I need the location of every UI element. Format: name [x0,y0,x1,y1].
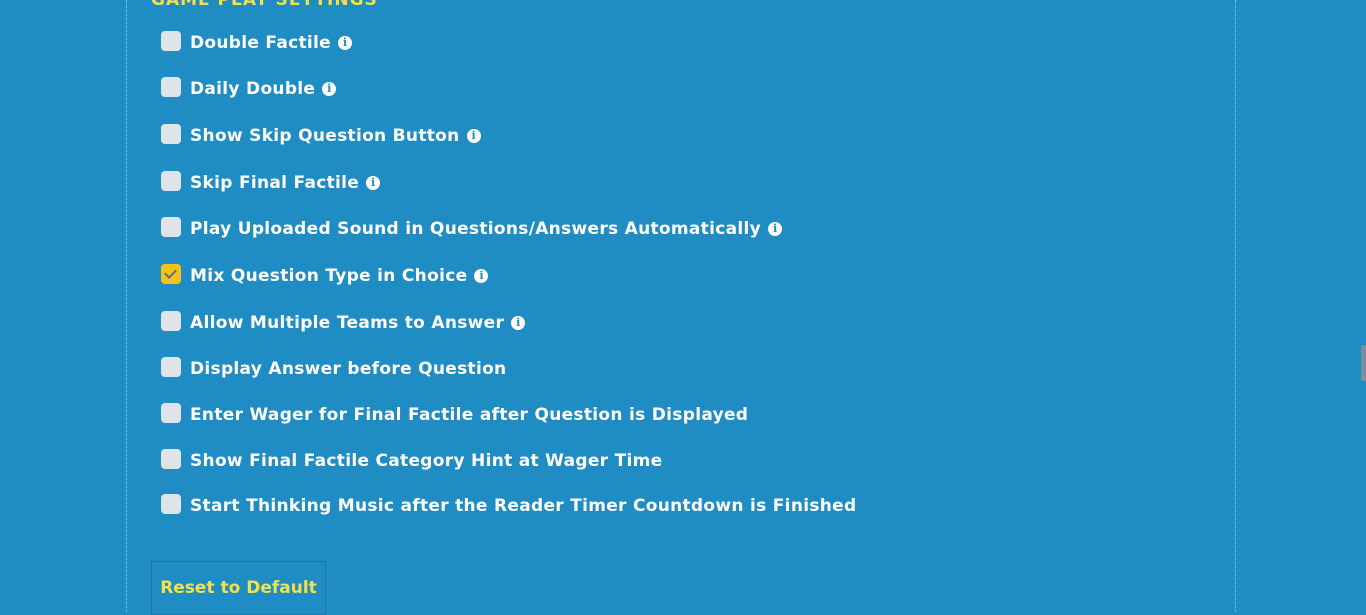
setting-label: Daily Double [190,79,316,99]
play-uploaded-sound-checkbox[interactable] [161,217,181,237]
info-icon[interactable]: i [338,36,353,50]
info-icon[interactable]: i [322,82,337,96]
setting-label: Mix Question Type in Choice [190,266,468,286]
setting-label: Start Thinking Music after the Reader Ti… [190,496,857,516]
double-factile-checkbox[interactable] [161,31,181,51]
setting-play-uploaded-sound: Play Uploaded Sound in Questions/Answers… [161,217,783,241]
scrollbar-thumb[interactable] [1361,345,1366,381]
setting-enter-wager-after-question: Enter Wager for Final Factile after Ques… [161,403,748,427]
setting-skip-final-factile: Skip Final Factile i [161,171,381,195]
setting-double-factile: Double Factile i [161,31,353,55]
setting-label: Display Answer before Question [190,359,507,379]
display-answer-before-question-checkbox[interactable] [161,357,181,377]
info-icon[interactable]: i [466,129,481,143]
info-icon[interactable]: i [366,176,381,190]
setting-start-thinking-music: Start Thinking Music after the Reader Ti… [161,494,856,518]
setting-allow-multiple-teams: Allow Multiple Teams to Answer i [161,311,526,335]
info-icon[interactable]: i [768,222,783,236]
show-category-hint-checkbox[interactable] [161,449,181,469]
setting-label: Play Uploaded Sound in Questions/Answers… [190,219,762,239]
setting-show-category-hint: Show Final Factile Category Hint at Wage… [161,449,662,473]
setting-label: Skip Final Factile [190,173,360,193]
info-icon[interactable]: i [511,316,526,330]
setting-show-skip-question-button: Show Skip Question Button i [161,124,481,148]
setting-label: Show Final Factile Category Hint at Wage… [190,451,663,471]
setting-label: Show Skip Question Button [190,126,460,146]
info-icon[interactable]: i [474,269,489,283]
section-heading: GAME PLAY SETTINGS [151,0,378,10]
enter-wager-after-question-checkbox[interactable] [161,403,181,423]
daily-double-checkbox[interactable] [161,77,181,97]
setting-label: Allow Multiple Teams to Answer [190,313,505,333]
allow-multiple-teams-checkbox[interactable] [161,311,181,331]
show-skip-question-button-checkbox[interactable] [161,124,181,144]
setting-label: Enter Wager for Final Factile after Ques… [190,405,749,425]
setting-display-answer-before-question: Display Answer before Question [161,357,506,381]
setting-daily-double: Daily Double i [161,77,337,101]
mix-question-type-checkbox[interactable] [161,264,181,284]
setting-mix-question-type: Mix Question Type in Choice i [161,264,489,288]
setting-label: Double Factile [190,33,332,53]
start-thinking-music-checkbox[interactable] [161,494,181,514]
skip-final-factile-checkbox[interactable] [161,171,181,191]
reset-to-default-button[interactable]: Reset to Default [151,561,326,615]
settings-panel: GAME PLAY SETTINGS Double Factile i Dail… [126,0,1236,615]
